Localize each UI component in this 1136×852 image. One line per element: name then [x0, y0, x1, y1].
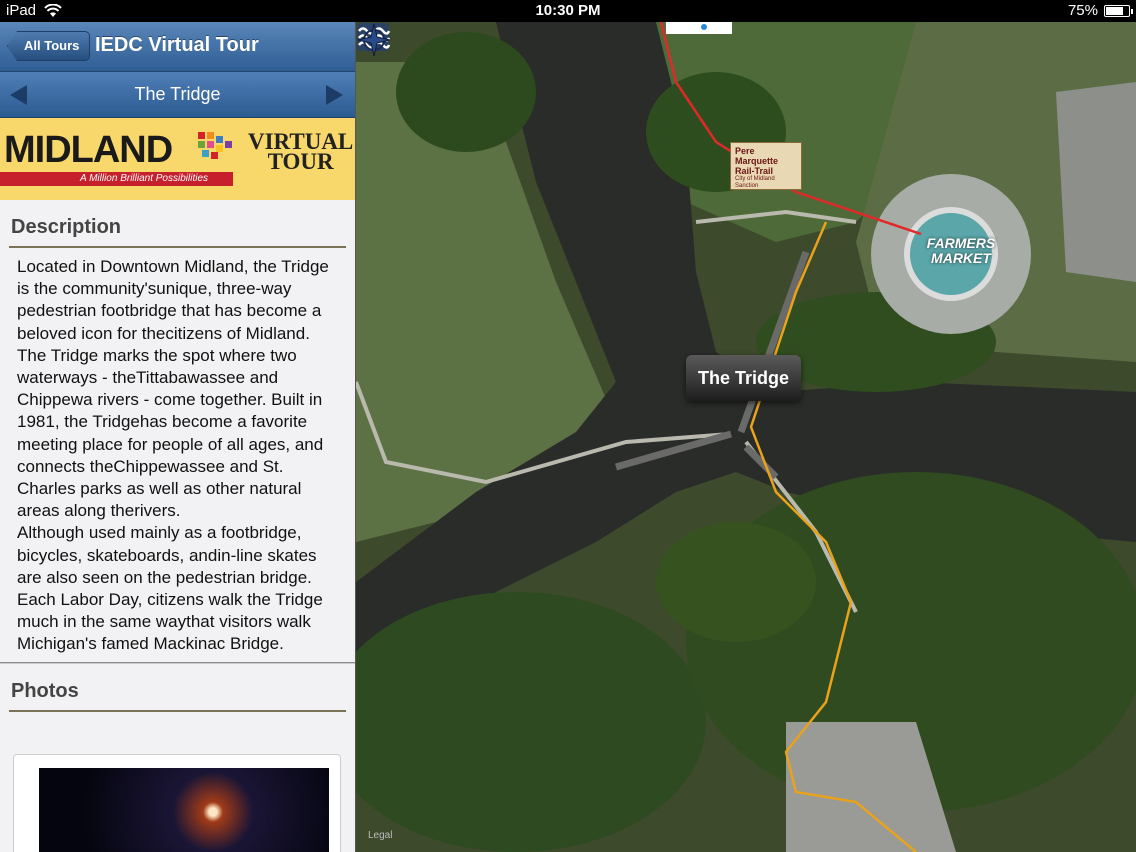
- description-header: Description: [0, 200, 355, 248]
- midland-virtual-tour-logo: MIDLAND VIRTUAL TOUR A Million Brilliant…: [0, 118, 355, 200]
- legal-link[interactable]: Legal: [368, 830, 392, 841]
- logo-virtual-tour: VIRTUAL TOUR: [248, 130, 353, 174]
- battery-icon: [1104, 4, 1133, 17]
- farmers-market-label[interactable]: FARMERS MARKET: [926, 236, 996, 266]
- stop-selector: The Tridge: [0, 72, 355, 118]
- fireworks-photo[interactable]: [39, 768, 329, 852]
- sign-text-line: Pere: [735, 146, 755, 156]
- navigation-bar: All Tours IEDC Virtual Tour: [0, 22, 355, 72]
- photos-heading: Photos: [11, 680, 79, 702]
- market-text-line: MARKET: [931, 250, 991, 266]
- all-tours-back-button[interactable]: All Tours: [7, 31, 91, 61]
- next-stop-arrow-icon[interactable]: [326, 85, 343, 105]
- description-text: Located in Downtown Midland, the Tridge …: [0, 248, 355, 662]
- status-bar: iPad 10:30 PM 75%: [0, 0, 1136, 22]
- logo-wordmark: MIDLAND: [4, 129, 173, 171]
- photo-thumbnail-card[interactable]: [13, 754, 341, 852]
- heading-rule: [9, 710, 346, 712]
- market-text-line: FARMERS: [926, 235, 996, 251]
- heading-rule: [9, 246, 346, 248]
- pere-marquette-rail-trail-sign[interactable]: Pere Marquette Rail-Trail City of Midlan…: [730, 142, 802, 190]
- description-paragraph-2: Although used mainly as a footbridge, bi…: [17, 523, 323, 654]
- logo-dots-icon: [198, 132, 234, 166]
- photos-header: Photos: [0, 664, 355, 712]
- sign-text-line: City of Midland Sanction: [735, 176, 775, 189]
- tridge-callout[interactable]: The Tridge: [686, 355, 802, 401]
- sidebar: All Tours IEDC Virtual Tour The Tridge M…: [0, 22, 356, 852]
- battery-percent: 75%: [1067, 2, 1098, 19]
- sign-text-line: Marquette: [735, 156, 779, 166]
- stop-title: The Tridge: [134, 84, 221, 104]
- sign-text-line: Rail-Trail: [735, 166, 774, 176]
- compass-icon[interactable]: [356, 22, 392, 58]
- clock: 10:30 PM: [535, 2, 601, 19]
- page-title: IEDC Virtual Tour: [95, 34, 259, 56]
- description-paragraph-1: Located in Downtown Midland, the Tridge …: [17, 257, 329, 521]
- logo-tagline: A Million Brilliant Possibilities: [80, 173, 209, 184]
- description-heading: Description: [11, 216, 122, 238]
- satellite-map[interactable]: Pere Marquette Rail-Trail City of Midlan…: [356, 22, 1136, 852]
- logo-tour: TOUR: [267, 149, 334, 174]
